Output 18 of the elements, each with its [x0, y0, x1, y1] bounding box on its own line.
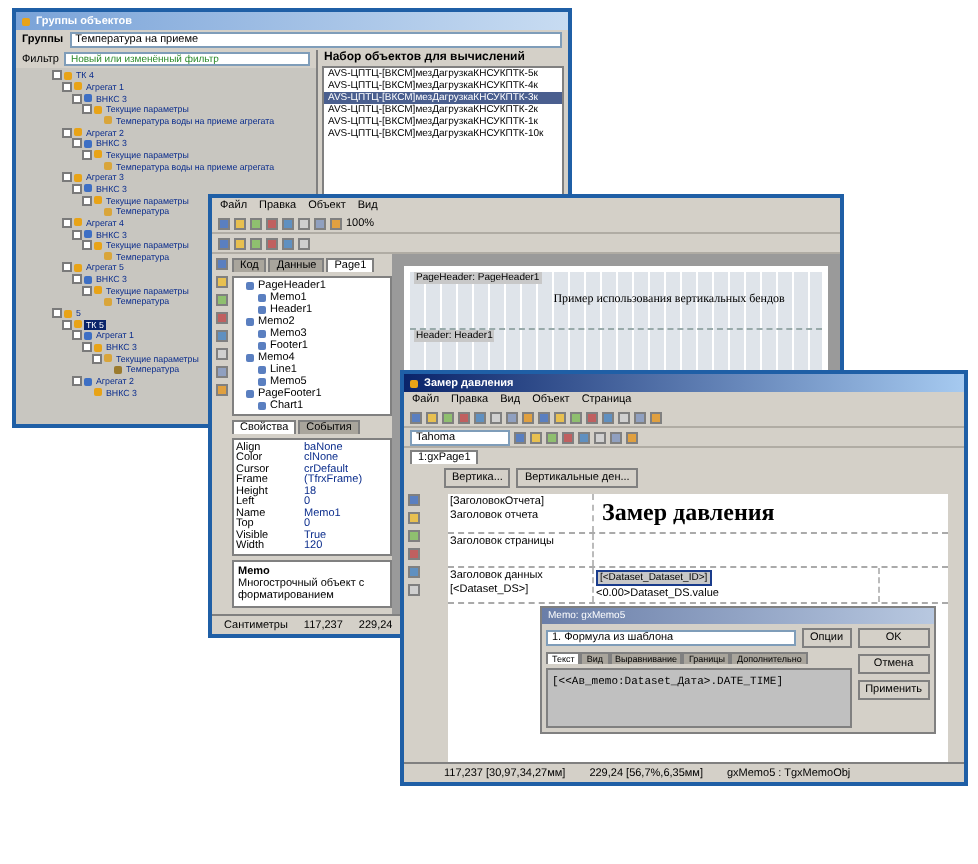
node-icon — [258, 378, 266, 386]
node-icon — [258, 402, 266, 410]
node-icon — [74, 218, 82, 227]
collapse-icon[interactable] — [72, 376, 82, 387]
node-icon — [258, 330, 266, 338]
node-icon — [246, 390, 254, 398]
node-icon — [246, 318, 254, 326]
node-icon — [258, 342, 266, 350]
report-heading: Замер давления — [600, 496, 777, 530]
node-icon — [74, 263, 82, 272]
app-icon — [22, 17, 30, 25]
node-icon — [258, 306, 266, 314]
app-icon — [410, 379, 418, 387]
node-icon — [246, 282, 254, 290]
node-icon — [246, 354, 254, 362]
node-icon — [104, 162, 112, 171]
node-icon — [258, 294, 266, 302]
node-icon — [258, 366, 266, 374]
